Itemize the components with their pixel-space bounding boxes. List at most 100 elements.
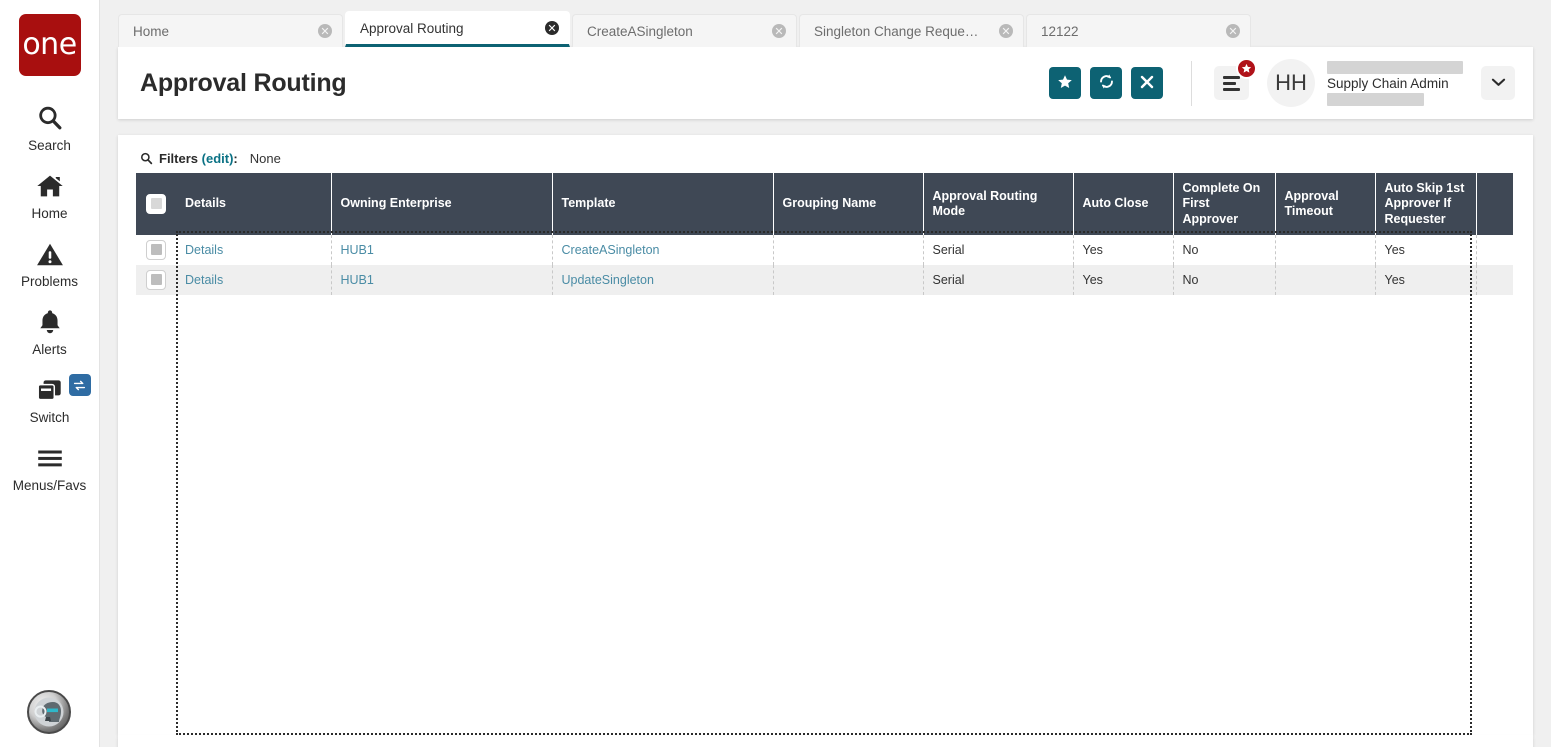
row-checkbox[interactable] xyxy=(146,239,166,260)
select-all-header xyxy=(136,173,176,235)
cell-auto-close: Yes xyxy=(1073,264,1174,295)
app-root: one Search Home Problems Alerts Switch M… xyxy=(0,0,1551,747)
template-link[interactable]: CreateASingleton xyxy=(562,243,660,257)
main-pane: Home ✕ Approval Routing ✕ CreateASinglet… xyxy=(100,0,1551,747)
tab-label: Approval Routing xyxy=(360,20,464,36)
hamburger-icon xyxy=(1223,75,1240,91)
tab-label: Singleton Change Requests xyxy=(814,23,983,39)
user-menu-toggle[interactable] xyxy=(1481,66,1515,100)
left-sidebar: one Search Home Problems Alerts Switch M… xyxy=(0,0,100,747)
cell-approval-timeout xyxy=(1275,234,1376,265)
table-header-row: Details Owning Enterprise Template Group… xyxy=(136,173,1513,235)
tab-createasingleton[interactable]: CreateASingleton ✕ xyxy=(572,14,797,47)
table-row[interactable]: Details HUB1 CreateASingleton Serial Yes… xyxy=(136,234,1513,265)
sidebar-item-problems[interactable]: Problems xyxy=(0,228,99,296)
tab-bar: Home ✕ Approval Routing ✕ CreateASinglet… xyxy=(100,0,1551,47)
sidebar-item-label: Problems xyxy=(20,274,79,289)
sidebar-item-alerts[interactable]: Alerts xyxy=(0,296,99,364)
user-role-label: Supply Chain Admin xyxy=(1327,75,1449,91)
column-header-auto-close[interactable]: Auto Close xyxy=(1073,173,1174,235)
hamburger-icon xyxy=(35,441,65,475)
close-icon[interactable]: ✕ xyxy=(772,24,786,38)
sidebar-item-label: Switch xyxy=(29,410,70,425)
select-all-checkbox[interactable] xyxy=(146,193,166,214)
swap-arrows-icon[interactable] xyxy=(68,374,91,396)
column-header-approval-routing-mode[interactable]: Approval Routing Mode xyxy=(923,173,1074,235)
page-title: Approval Routing xyxy=(140,68,347,97)
header-actions xyxy=(1049,67,1163,99)
sidebar-item-switch[interactable]: Switch xyxy=(0,364,99,432)
sidebar-item-label: Home xyxy=(31,206,68,221)
refresh-icon xyxy=(1098,73,1115,93)
content-card: Filters (edit) : None Details Owning Ent… xyxy=(118,135,1533,735)
close-icon[interactable]: ✕ xyxy=(999,24,1013,38)
cell-details: Details xyxy=(176,264,332,295)
column-header-grouping-name[interactable]: Grouping Name xyxy=(773,173,924,235)
star-icon xyxy=(1057,74,1073,93)
tab-label: Home xyxy=(133,23,170,39)
column-header-details[interactable]: Details xyxy=(176,173,332,235)
favorite-button[interactable] xyxy=(1049,67,1081,99)
details-link[interactable]: Details xyxy=(185,273,223,287)
table-body: Details HUB1 CreateASingleton Serial Yes… xyxy=(136,234,1513,295)
column-header-approval-timeout[interactable]: Approval Timeout xyxy=(1275,173,1376,235)
cell-auto-close: Yes xyxy=(1073,234,1174,265)
approval-routing-table: Details Owning Enterprise Template Group… xyxy=(136,173,1513,295)
sidebar-item-label: Search xyxy=(28,138,71,153)
sidebar-item-menus-favs[interactable]: Menus/Favs xyxy=(0,432,99,500)
tab-label: 12122 xyxy=(1041,23,1079,39)
tab-label: CreateASingleton xyxy=(587,23,693,39)
sidebar-item-home[interactable]: Home xyxy=(0,160,99,228)
cell-approval-timeout xyxy=(1275,264,1376,295)
cell-auto-skip-1st-approver: Yes xyxy=(1375,264,1477,295)
search-icon xyxy=(140,152,153,165)
profile-head-avatar[interactable] xyxy=(27,690,71,734)
home-icon xyxy=(35,169,65,203)
menu-button[interactable] xyxy=(1214,58,1257,100)
search-icon xyxy=(36,101,64,135)
row-select-cell xyxy=(136,265,176,295)
redacted-user-org xyxy=(1327,92,1424,106)
sidebar-item-search[interactable]: Search xyxy=(0,92,99,160)
row-checkbox[interactable] xyxy=(146,269,166,290)
close-x-icon xyxy=(1140,75,1154,92)
table-row[interactable]: Details HUB1 UpdateSingleton Serial Yes … xyxy=(136,264,1513,295)
avatar-initials: HH xyxy=(1275,70,1307,95)
column-header-owning-enterprise[interactable]: Owning Enterprise xyxy=(331,173,553,235)
one-logo[interactable]: one xyxy=(18,14,81,76)
cell-spacer xyxy=(1476,265,1513,295)
close-icon[interactable]: ✕ xyxy=(545,21,559,35)
cell-details: Details xyxy=(176,234,332,265)
column-header-complete-on-first-approver[interactable]: Complete On First Approver xyxy=(1173,173,1276,235)
column-header-auto-skip-1st-approver[interactable]: Auto Skip 1st Approver If Requester xyxy=(1375,173,1477,235)
close-button[interactable] xyxy=(1131,67,1163,99)
warning-triangle-icon xyxy=(36,237,64,271)
column-header-template[interactable]: Template xyxy=(552,173,774,235)
filters-label: Filters xyxy=(159,151,199,166)
avatar[interactable]: HH xyxy=(1267,59,1315,107)
row-select-cell xyxy=(136,235,176,265)
bell-icon xyxy=(37,305,63,339)
close-icon[interactable]: ✕ xyxy=(1226,24,1240,38)
owning-enterprise-link[interactable]: HUB1 xyxy=(341,243,374,257)
filters-edit-link[interactable]: (edit) xyxy=(202,151,234,166)
user-info: Supply Chain Admin xyxy=(1327,60,1467,106)
cell-owning-enterprise: HUB1 xyxy=(331,234,553,265)
template-link[interactable]: UpdateSingleton xyxy=(562,273,654,287)
refresh-button[interactable] xyxy=(1090,67,1122,99)
cell-spacer xyxy=(1476,235,1513,265)
filters-value: None xyxy=(249,151,281,166)
cell-owning-enterprise: HUB1 xyxy=(331,264,553,295)
switch-windows-icon xyxy=(35,373,91,407)
tab-12122[interactable]: 12122 ✕ xyxy=(1026,14,1251,47)
tab-approval-routing[interactable]: Approval Routing ✕ xyxy=(345,11,570,47)
details-link[interactable]: Details xyxy=(185,243,223,257)
cell-approval-routing-mode: Serial xyxy=(923,234,1074,265)
tab-home[interactable]: Home ✕ xyxy=(118,14,343,47)
tab-singleton-change-requests[interactable]: Singleton Change Requests ✕ xyxy=(799,14,1024,47)
cell-template: UpdateSingleton xyxy=(552,264,774,295)
grid-focus-outline xyxy=(176,231,1472,735)
sidebar-items: Search Home Problems Alerts Switch Menus… xyxy=(0,92,99,500)
close-icon[interactable]: ✕ xyxy=(318,24,332,38)
owning-enterprise-link[interactable]: HUB1 xyxy=(341,273,374,287)
